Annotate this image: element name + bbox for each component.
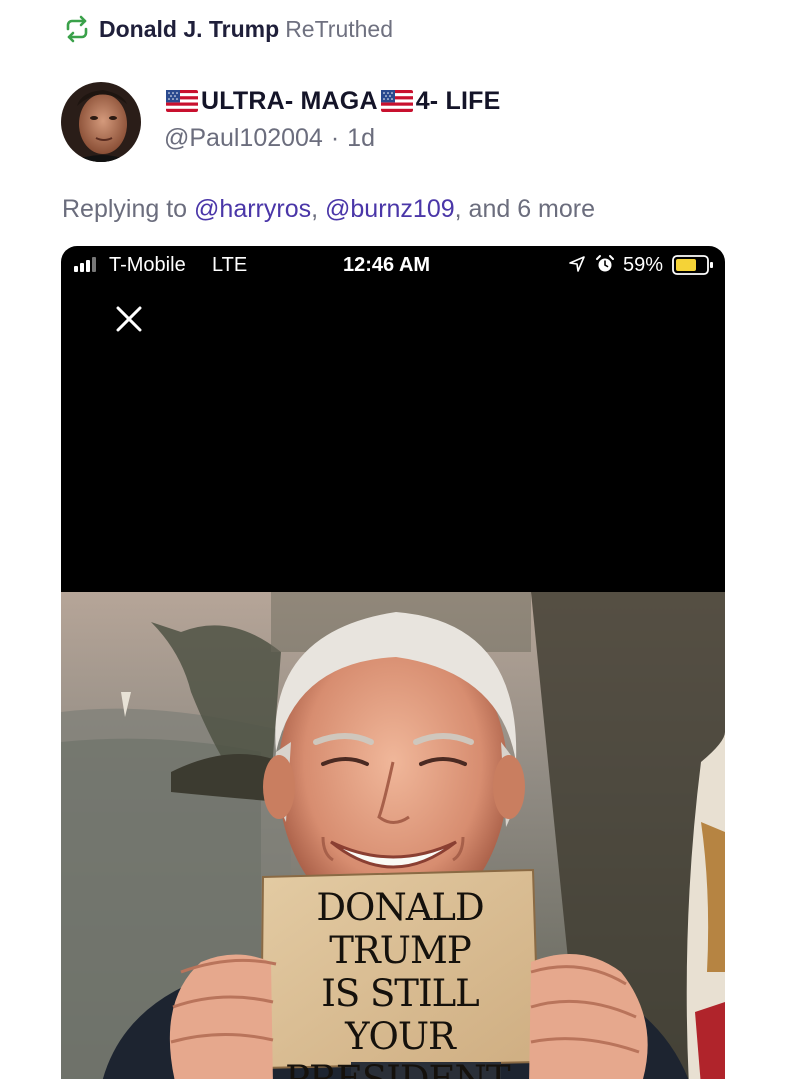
retruth-author[interactable]: Donald J. Trump: [99, 16, 279, 43]
user-handle[interactable]: @Paul102004: [164, 124, 323, 153]
replying-prefix: Replying to: [62, 195, 188, 223]
sign-line: DONALD TRUMP: [316, 886, 484, 972]
author-meta: @Paul102004 · 1d: [164, 124, 375, 153]
mention-link[interactable]: @burnz109: [325, 195, 455, 223]
display-name[interactable]: ULTRA- MAGA 4- LIFE: [166, 84, 500, 118]
signal-icon: [74, 257, 96, 272]
meta-separator: ·: [330, 124, 340, 152]
location-icon: [569, 256, 585, 272]
battery-percent: 59%: [623, 254, 664, 276]
display-name-part1: ULTRA- MAGA: [201, 86, 378, 115]
sign-text: DONALD TRUMP IS STILL YOUR PRESIDENT.: [269, 886, 531, 1079]
display-name-part2: 4- LIFE: [415, 86, 501, 115]
network-label: LTE: [212, 254, 248, 276]
retruth-label: ReTruthed: [285, 15, 393, 42]
clock-time: 12:46 AM: [343, 254, 431, 276]
post-media[interactable]: T-Mobile LTE 12:46 AM 59% DONALD TRUMP I…: [61, 246, 725, 1079]
alarm-icon: [596, 255, 614, 272]
replying-suffix[interactable]: , and 6 more: [455, 195, 595, 223]
mention-link[interactable]: @harryros: [194, 195, 311, 223]
replying-to: Replying to @harryros, @burnz109, and 6 …: [62, 195, 595, 224]
post-age[interactable]: 1d: [347, 124, 375, 153]
close-icon[interactable]: [114, 304, 144, 334]
battery-icon: [672, 255, 713, 275]
truth-post: Donald J. Trump ReTruthed ULTRA- MAGA 4-…: [0, 0, 785, 1079]
us-flag-icon: [380, 90, 413, 112]
mention-comma: ,: [311, 195, 319, 223]
carrier-label: T-Mobile: [109, 254, 186, 276]
retruth-icon: [66, 15, 88, 43]
phone-status-bar: T-Mobile LTE 12:46 AM 59%: [61, 246, 725, 284]
sign-line: IS STILL YOUR: [321, 972, 480, 1058]
us-flag-icon: [166, 90, 198, 112]
avatar[interactable]: [61, 82, 141, 162]
sign-line: PRESIDENT.: [269, 1058, 531, 1079]
retruth-header: Donald J. Trump ReTruthed: [62, 12, 393, 46]
